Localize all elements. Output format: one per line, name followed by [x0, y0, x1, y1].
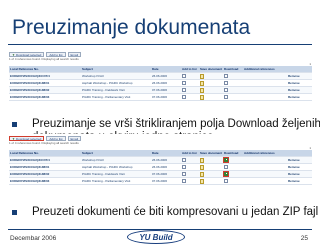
add-to-list-checkbox[interactable]	[182, 81, 186, 86]
reference-link[interactable]: EUDBNYI/IS/K/CH/Q3/JM/03	[9, 93, 81, 101]
email-button[interactable]: Email	[67, 51, 82, 57]
subject-cell: Asphalt Workshop - PIARC Workshop	[81, 79, 151, 87]
download-selected-button[interactable]: ▼Download selected	[9, 51, 45, 57]
reference-link[interactable]: EUDBNYI/IS/K/CH/Q3/JM/03	[9, 177, 81, 185]
download-checkbox-checked[interactable]	[223, 157, 229, 163]
remove-link[interactable]: Remove	[287, 163, 312, 171]
date-cell: 26.06.2006	[151, 72, 181, 80]
download-selected-button[interactable]: ▼Download selected	[9, 135, 45, 141]
add-to-list-checkbox[interactable]	[182, 179, 186, 184]
document-icon[interactable]	[200, 164, 204, 170]
download-arrow-icon: ▼	[12, 52, 15, 57]
yu-build-logo: YU Build	[127, 230, 185, 244]
bullet-square-icon	[12, 210, 17, 215]
date-cell: 26.06.2006	[151, 79, 181, 87]
download-checkbox[interactable]	[224, 74, 228, 79]
subject-cell: Workshop IV/A3	[81, 72, 151, 80]
table-row: EUDBNYI/IS/K/CH/Q3/JM/01 Asphalt Worksho…	[9, 163, 312, 171]
bullet-square-icon	[12, 122, 17, 127]
subject-cell: PIARC Training - Parliamentary Visit	[81, 93, 151, 101]
remove-link[interactable]: Remove	[287, 156, 312, 164]
column-header: Add to list	[181, 150, 199, 157]
date-cell: 26.06.2006	[151, 156, 181, 164]
page-number: 25	[300, 235, 308, 242]
column-header: Add to list	[181, 66, 199, 73]
footer-date: Decembar 2006	[10, 235, 57, 242]
download-checkbox-checked[interactable]	[223, 171, 229, 177]
remove-link[interactable]: Remove	[287, 170, 312, 178]
add-to-list-checkbox[interactable]	[182, 172, 186, 177]
document-icon[interactable]	[200, 178, 204, 184]
date-cell: 26.06.2006	[151, 163, 181, 171]
slide-title: Preuzimanje dokumenata	[12, 16, 251, 39]
document-icon[interactable]	[200, 87, 204, 93]
document-icon[interactable]	[200, 171, 204, 177]
document-icon[interactable]	[200, 73, 204, 79]
add-to-list-checkbox[interactable]	[182, 95, 186, 100]
reference-link[interactable]: EUDBNYI/IS/K/CH/Q3/JM/01	[9, 163, 81, 171]
screenshot-document-list-before: ▼Download selected Add to list Email 1 o…	[8, 50, 312, 116]
reference-link[interactable]: EUDBNYI/IS/K/CH/Q3/C/07/4	[9, 72, 81, 80]
table-row: EUDBNYI/IS/K/CH/Q3/JM/03 PIARC Training …	[9, 177, 312, 185]
add-to-list-checkbox[interactable]	[182, 74, 186, 79]
add-to-list-button[interactable]: Add to list	[46, 51, 66, 57]
slide: Preuzimanje dokumenata ▼Download selecte…	[0, 0, 320, 247]
subject-cell: PIARC Training - Fieldwork Visit	[81, 170, 151, 178]
reference-link[interactable]: EUDBNYI/IS/K/CH/Q3/JM/02	[9, 170, 81, 178]
reference-link[interactable]: EUDBNYI/IS/K/CH/Q3/JM/01	[9, 79, 81, 87]
download-checkbox[interactable]	[224, 95, 228, 100]
table-row: EUDBNYI/IS/K/CH/Q3/JM/01 Asphalt Worksho…	[9, 79, 312, 87]
bullet-1-line-1: Preuzimanje se vrši štrikliranjem polja …	[32, 118, 320, 130]
remove-link[interactable]: Remove	[287, 93, 312, 101]
table-row: EUDBNYI/IS/K/CH/Q3/JM/02 PIARC Training …	[9, 170, 312, 178]
title-divider	[8, 44, 312, 45]
add-to-list-checkbox[interactable]	[182, 165, 186, 170]
remove-link[interactable]: Remove	[287, 86, 312, 94]
remove-link[interactable]: Remove	[287, 177, 312, 185]
remove-link[interactable]: Remove	[287, 79, 312, 87]
date-cell: 07.06.2006	[151, 86, 181, 94]
date-cell: 07.06.2006	[151, 170, 181, 178]
document-icon[interactable]	[200, 157, 204, 163]
table-row: EUDBNYI/IS/K/CH/Q3/C/07/4 Workshop IV/A3…	[9, 156, 312, 164]
reference-link[interactable]: EUDBNYI/IS/K/CH/Q3/JM/02	[9, 86, 81, 94]
download-arrow-icon: ▼	[12, 136, 15, 141]
date-cell: 07.06.2006	[151, 177, 181, 185]
screenshot-document-list-selected: ▼Download selected Add to list Email 1 o…	[8, 134, 312, 200]
remove-link[interactable]: Remove	[287, 72, 312, 80]
subject-cell: Workshop IV/A3	[81, 156, 151, 164]
document-icon[interactable]	[200, 80, 204, 86]
table-row: EUDBNYI/IS/K/CH/Q3/JM/02 PIARC Training …	[9, 86, 312, 94]
column-header: Save document	[199, 66, 223, 73]
reference-link[interactable]: EUDBNYI/IS/K/CH/Q3/C/07/4	[9, 156, 81, 164]
document-icon[interactable]	[200, 94, 204, 100]
download-checkbox[interactable]	[224, 165, 228, 170]
download-checkbox[interactable]	[224, 88, 228, 93]
bullet-2-line-1: Preuzeti dokumenti će biti kompresovani …	[32, 206, 319, 218]
download-checkbox[interactable]	[224, 179, 228, 184]
bullet-2: Preuzeti dokumenti će biti kompresovani …	[12, 206, 318, 220]
subject-cell: Asphalt Workshop - PIARC Workshop	[81, 163, 151, 171]
email-button[interactable]: Email	[67, 135, 82, 141]
table-row: EUDBNYI/IS/K/CH/Q3/JM/03 PIARC Training …	[9, 93, 312, 101]
date-cell: 07.06.2006	[151, 93, 181, 101]
download-checkbox[interactable]	[224, 81, 228, 86]
subject-cell: PIARC Training - Fieldwork Visit	[81, 86, 151, 94]
add-to-list-button[interactable]: Add to list	[46, 135, 66, 141]
results-table: Local Reference No. Subject Date Add to …	[9, 150, 312, 185]
results-table: Local Reference No. Subject Date Add to …	[9, 66, 312, 101]
add-to-list-checkbox[interactable]	[182, 88, 186, 93]
add-to-list-checkbox[interactable]	[182, 158, 186, 163]
table-row: EUDBNYI/IS/K/CH/Q3/C/07/4 Workshop IV/A3…	[9, 72, 312, 80]
subject-cell: PIARC Training - Parliamentary Visit	[81, 177, 151, 185]
column-header: Save document	[199, 150, 223, 157]
